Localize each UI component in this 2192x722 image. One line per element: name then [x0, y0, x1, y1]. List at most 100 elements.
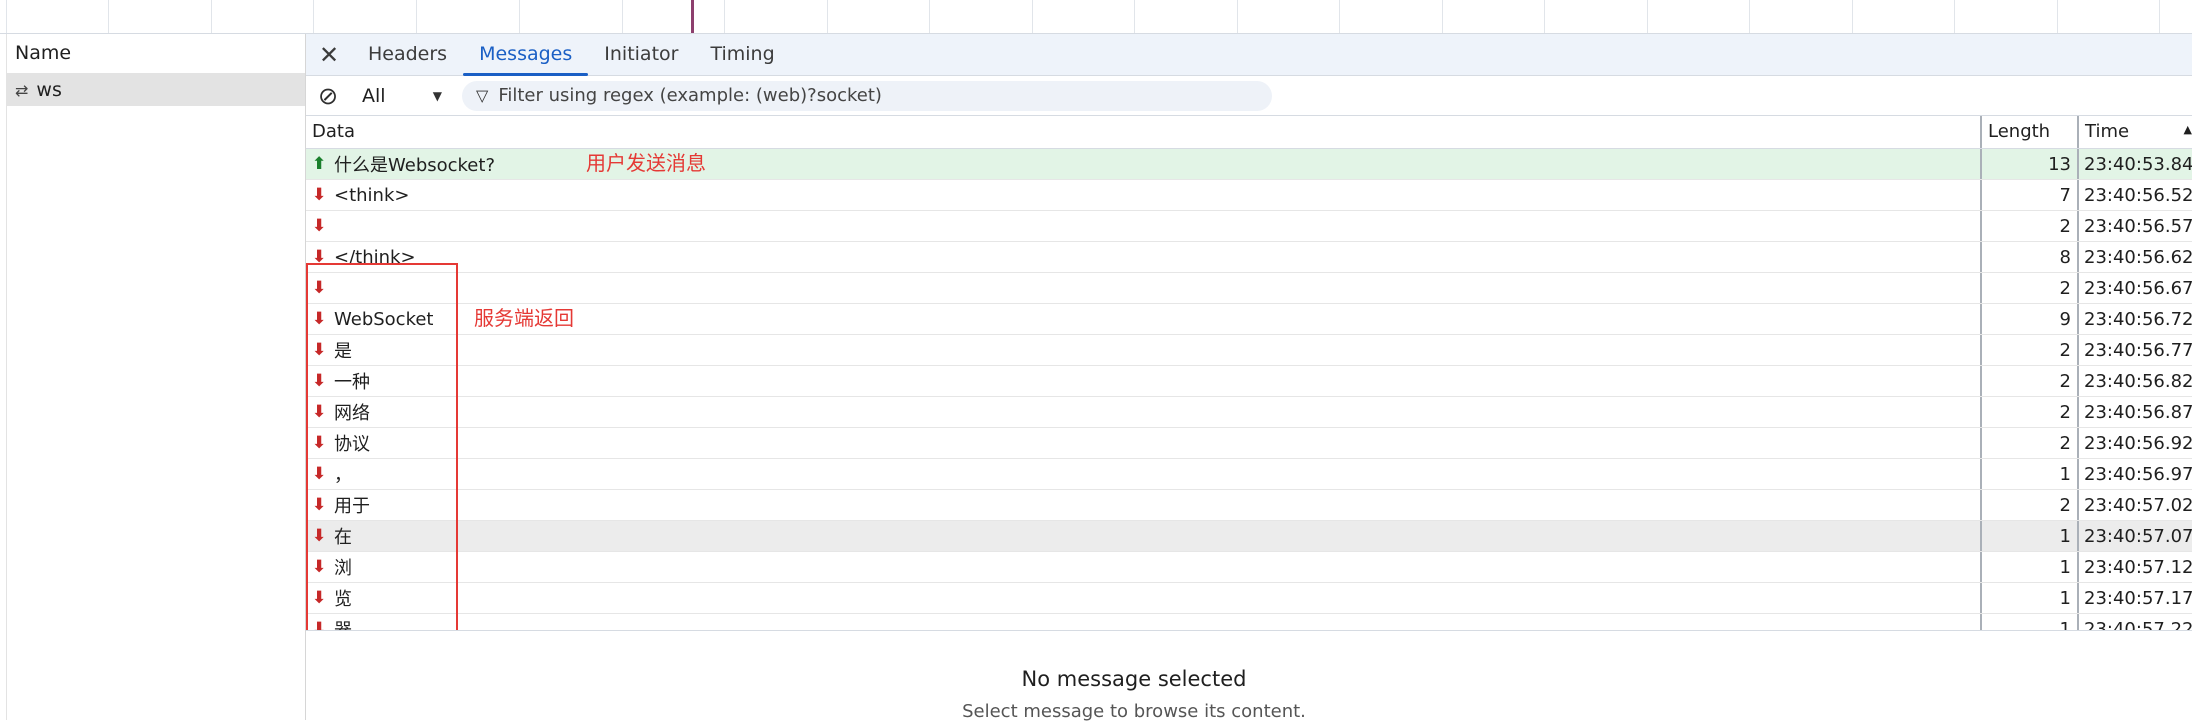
received-arrow-icon: ⬇ — [312, 216, 327, 236]
message-length: 7 — [1980, 180, 2077, 210]
received-arrow-icon: ⬇ — [312, 185, 327, 205]
message-time: 23:40:56.773 — [2077, 335, 2192, 365]
message-time: 23:40:57.024 — [2077, 490, 2192, 520]
message-length: 9 — [1980, 304, 2077, 334]
received-arrow-icon: ⬇ — [312, 557, 327, 577]
message-time: 23:40:56.571 — [2077, 211, 2192, 241]
received-arrow-icon: ⬇ — [312, 464, 327, 484]
detail-tabs: ✕ Headers Messages Initiator Timing — [306, 34, 2192, 76]
received-arrow-icon: ⬇ — [312, 402, 327, 422]
message-type-select[interactable]: All ▼ — [350, 85, 450, 107]
message-length: 1 — [1980, 552, 2077, 582]
message-time: 23:40:56.924 — [2077, 428, 2192, 458]
message-type-value: All — [362, 84, 386, 107]
message-length: 1 — [1980, 459, 2077, 489]
message-time: 23:40:56.974 — [2077, 459, 2192, 489]
received-arrow-icon: ⬇ — [312, 247, 327, 267]
filter-input[interactable]: ▽ Filter using regex (example: (web)?soc… — [462, 80, 1272, 111]
message-time: 23:40:53.842 — [2077, 149, 2192, 179]
received-arrow-icon: ⬇ — [312, 526, 327, 546]
message-time: 23:40:57.176 — [2077, 583, 2192, 613]
message-data: 在 — [334, 527, 352, 548]
close-icon[interactable]: ✕ — [306, 41, 352, 69]
filter-placeholder: Filter using regex (example: (web)?socke… — [498, 85, 882, 106]
message-data: 协议 — [334, 434, 370, 455]
request-detail-panel: ✕ Headers Messages Initiator Timing ⊘ Al… — [306, 34, 2192, 722]
message-data: 什么是Websocket? — [334, 155, 495, 176]
message-data: 览 — [334, 589, 352, 610]
message-length: 2 — [1980, 335, 2077, 365]
message-row[interactable]: ⬇ 用于 2 23:40:57.024 — [306, 490, 2192, 521]
message-data: <think> — [334, 184, 410, 206]
messages-table: Data Length Time ▲ ⬆ 什么是Websocket? 13 23:… — [306, 116, 2192, 632]
column-header-time[interactable]: Time ▲ — [2077, 116, 2192, 148]
user-send-annotation: 用户发送消息 — [586, 151, 706, 175]
message-time: 23:40:57.125 — [2077, 552, 2192, 582]
message-time: 23:40:56.521 — [2077, 180, 2192, 210]
message-row[interactable]: ⬇ 2 23:40:56.571 — [306, 211, 2192, 242]
server-return-annotation: 服务端返回 — [474, 306, 574, 330]
message-length: 13 — [1980, 149, 2077, 179]
message-length: 2 — [1980, 397, 2077, 427]
timeline-overview[interactable] — [0, 0, 2192, 34]
message-time: 23:40:56.622 — [2077, 242, 2192, 272]
message-data: 浏 — [334, 558, 352, 579]
column-header-data[interactable]: Data — [306, 116, 1980, 148]
message-time: 23:40:57.075 — [2077, 521, 2192, 551]
name-column-header[interactable]: Name — [7, 34, 305, 74]
message-row[interactable]: ⬇ 一种 2 23:40:56.823 — [306, 366, 2192, 397]
request-name: ws — [36, 79, 62, 101]
message-length: 1 — [1980, 521, 2077, 551]
no-message-subtitle: Select message to browse its content. — [962, 701, 1306, 722]
message-detail-pane: No message selected Select message to br… — [306, 630, 2192, 722]
message-row[interactable]: ⬇ 是 2 23:40:56.773 — [306, 335, 2192, 366]
message-length: 8 — [1980, 242, 2077, 272]
message-data: ， — [334, 465, 352, 486]
table-header: Data Length Time ▲ — [306, 116, 2192, 149]
message-data: 是 — [334, 341, 352, 362]
message-data: 用于 — [334, 496, 370, 517]
message-time: 23:40:56.722 — [2077, 304, 2192, 334]
message-time: 23:40:56.672 — [2077, 273, 2192, 303]
message-data: 网络 — [334, 403, 370, 424]
message-row[interactable]: ⬇ 览 1 23:40:57.176 — [306, 583, 2192, 614]
received-arrow-icon: ⬇ — [312, 371, 327, 391]
message-row[interactable]: ⬇ WebSocket 9 23:40:56.722 — [306, 304, 2192, 335]
message-row[interactable]: ⬇ <think> 7 23:40:56.521 — [306, 180, 2192, 211]
tab-initiator[interactable]: Initiator — [588, 34, 694, 76]
column-header-length[interactable]: Length — [1980, 116, 2077, 148]
message-row[interactable]: ⬇ 2 23:40:56.672 — [306, 273, 2192, 304]
message-data: 一种 — [334, 372, 370, 393]
tab-messages[interactable]: Messages — [463, 34, 589, 76]
chevron-down-icon: ▼ — [432, 88, 442, 103]
received-arrow-icon: ⬇ — [312, 278, 327, 298]
timeline-marker — [691, 0, 694, 33]
message-row[interactable]: ⬇ ， 1 23:40:56.974 — [306, 459, 2192, 490]
received-arrow-icon: ⬇ — [312, 433, 327, 453]
message-row[interactable]: ⬇ 在 1 23:40:57.075 — [306, 521, 2192, 552]
message-data: </think> — [334, 246, 416, 268]
request-row-ws[interactable]: ⇄ ws — [7, 74, 305, 106]
tab-headers[interactable]: Headers — [352, 34, 463, 76]
message-row[interactable]: ⬇ 网络 2 23:40:56.873 — [306, 397, 2192, 428]
message-time: 23:40:56.873 — [2077, 397, 2192, 427]
column-header-time-label: Time — [2085, 121, 2130, 142]
received-arrow-icon: ⬇ — [312, 309, 327, 329]
received-arrow-icon: ⬇ — [312, 340, 327, 360]
message-length: 1 — [1980, 583, 2077, 613]
received-arrow-icon: ⬇ — [312, 588, 327, 608]
message-row[interactable]: ⬇ </think> 8 23:40:56.622 — [306, 242, 2192, 273]
clear-messages-icon[interactable]: ⊘ — [306, 82, 350, 110]
received-arrow-icon: ⬇ — [312, 495, 327, 515]
request-list-panel: Name ⇄ ws — [6, 34, 306, 720]
message-row[interactable]: ⬇ 协议 2 23:40:56.924 — [306, 428, 2192, 459]
tab-timing[interactable]: Timing — [694, 34, 790, 76]
websocket-arrows-icon: ⇄ — [15, 80, 29, 100]
no-message-title: No message selected — [1021, 667, 1247, 691]
message-time: 23:40:56.823 — [2077, 366, 2192, 396]
sort-ascending-icon: ▲ — [2183, 123, 2192, 136]
message-length: 2 — [1980, 428, 2077, 458]
filter-icon: ▽ — [476, 86, 489, 105]
message-row[interactable]: ⬇ 浏 1 23:40:57.125 — [306, 552, 2192, 583]
message-data: WebSocket — [334, 308, 434, 330]
